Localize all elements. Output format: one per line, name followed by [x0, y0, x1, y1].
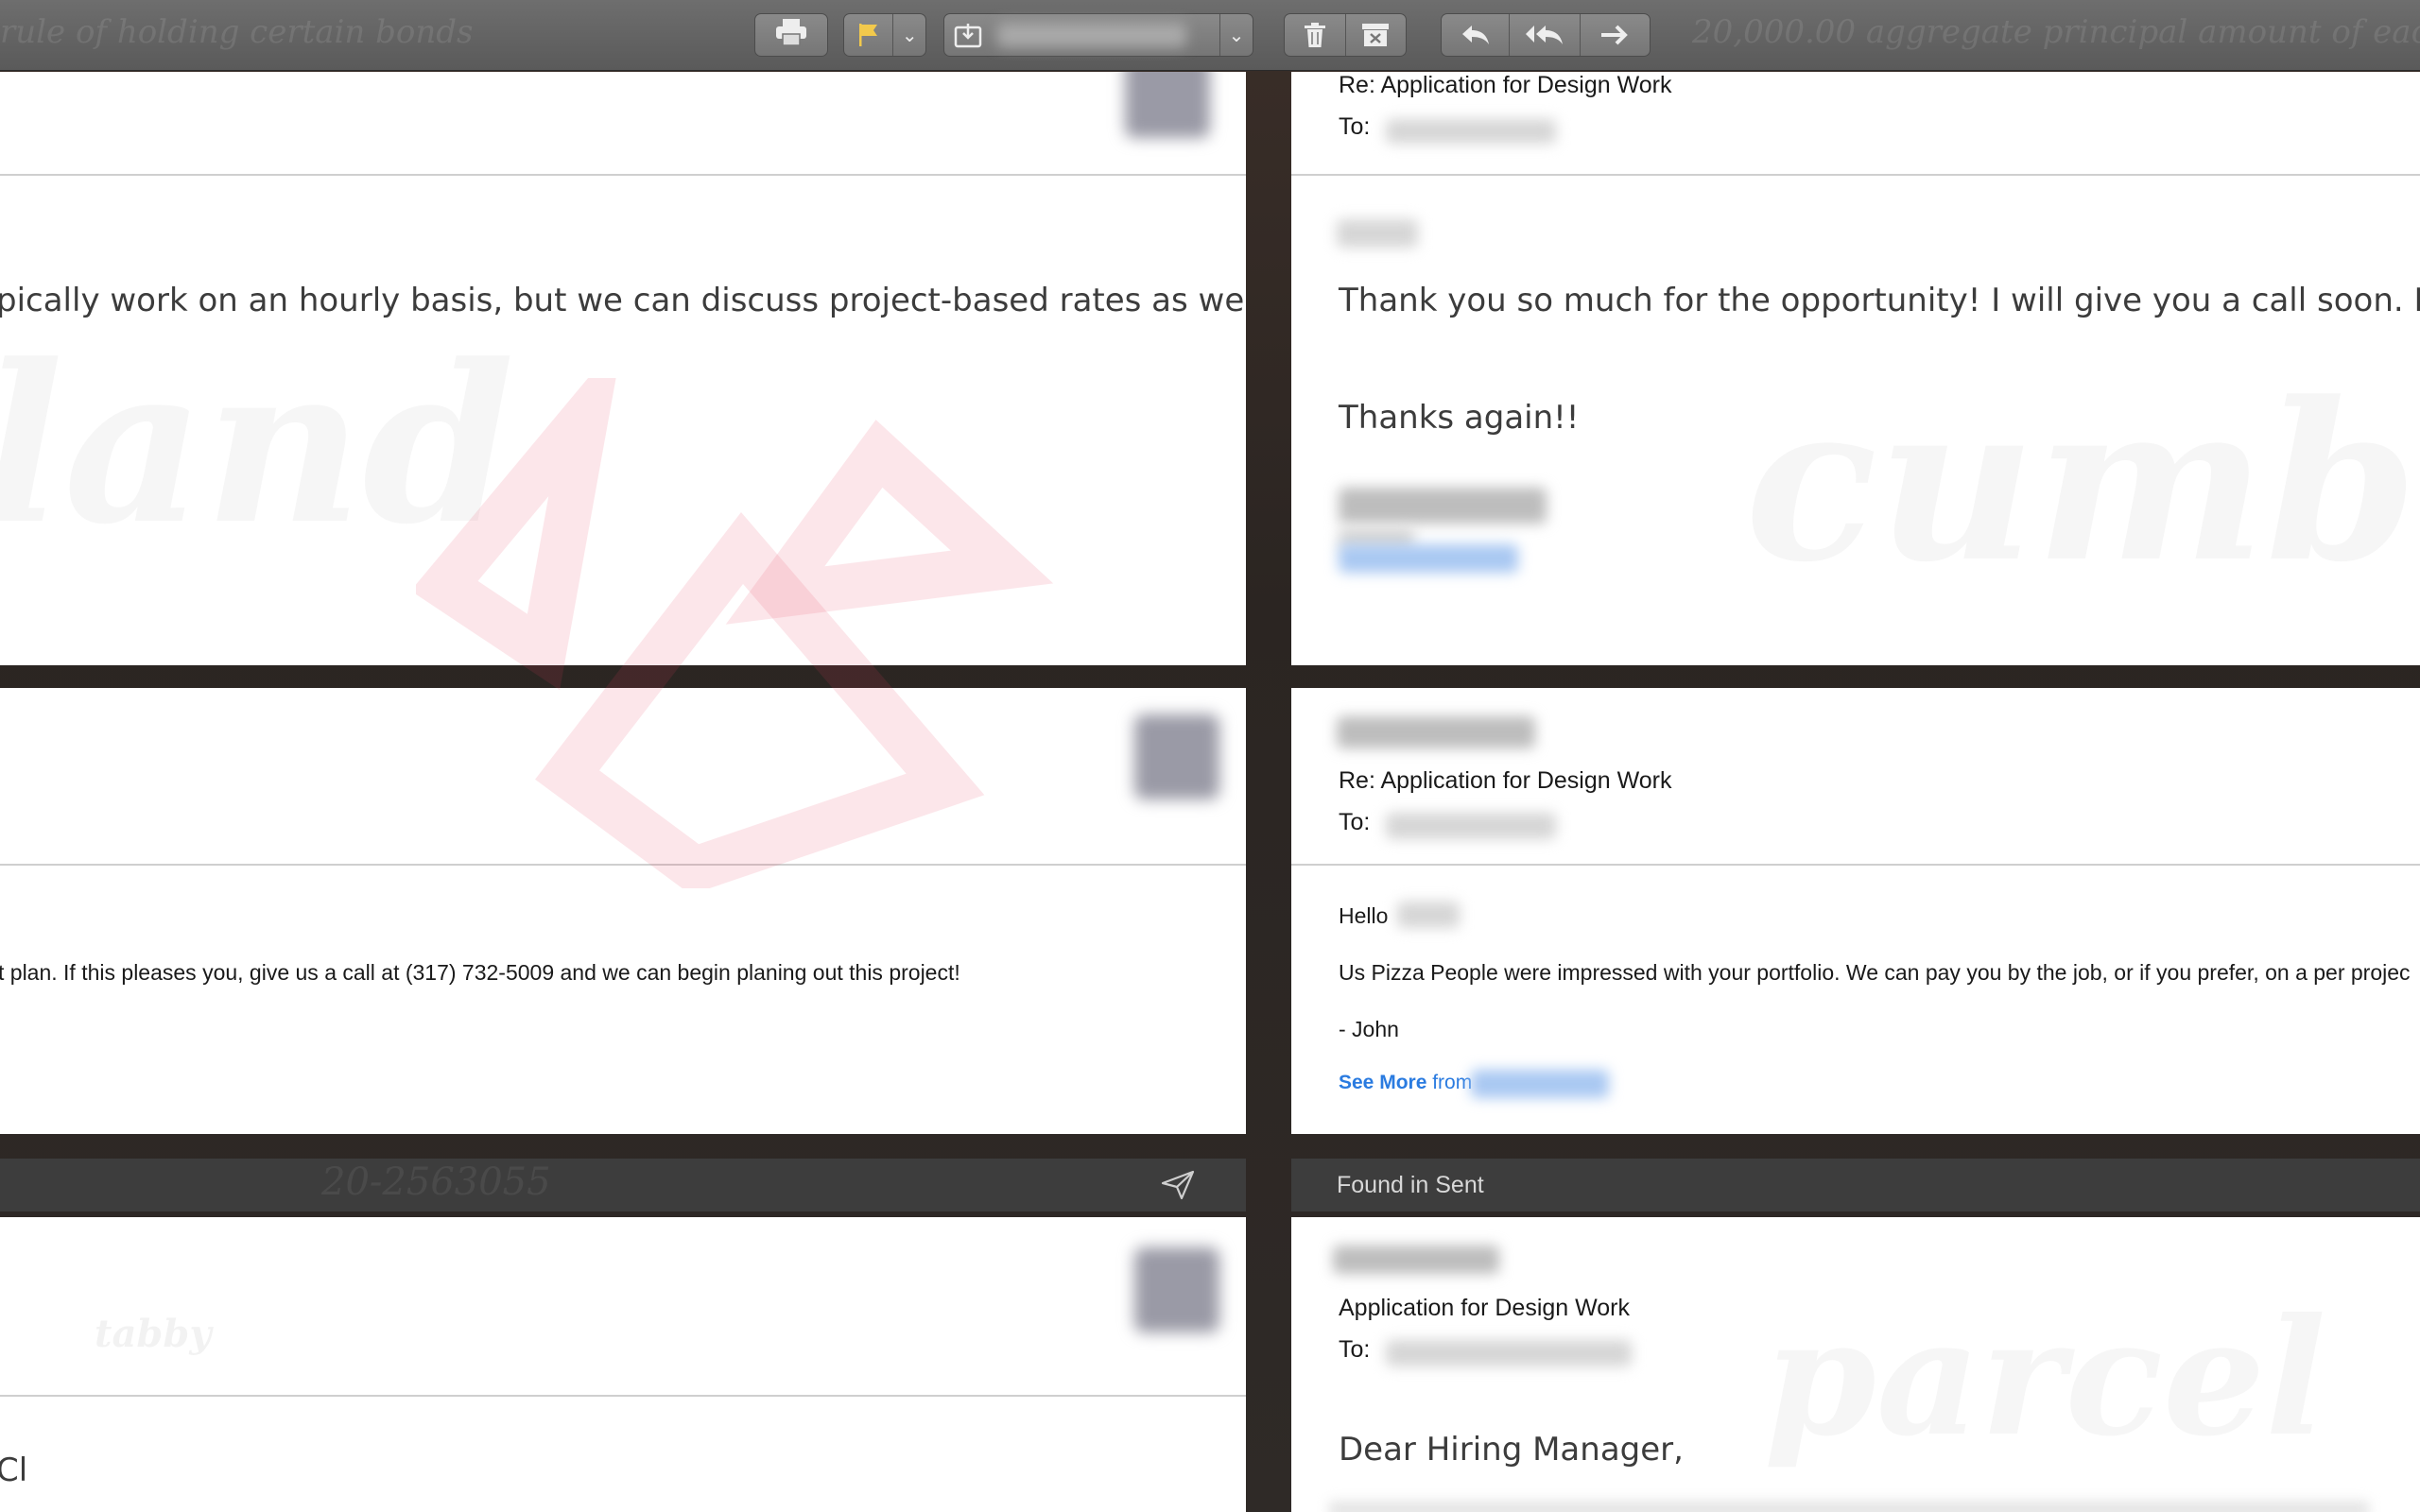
- sender-avatar: [1134, 714, 1219, 799]
- reply-group: [1441, 13, 1651, 57]
- message-body-cutoff: [1329, 1501, 2369, 1512]
- header-divider: [1291, 864, 2420, 866]
- chevron-down-icon[interactable]: ⌄: [893, 14, 925, 56]
- message-signature: - John: [1339, 1017, 1399, 1041]
- message-panel-right-middle[interactable]: Re: Application for Design Work To: Hell…: [1291, 688, 2420, 1134]
- recipient-redacted: [1386, 813, 1556, 839]
- flag-button[interactable]: ⌄: [843, 13, 926, 57]
- signature-link-redacted[interactable]: [1339, 544, 1518, 573]
- message-subject: Application for Design Work: [1339, 1295, 1631, 1321]
- trash-icon[interactable]: [1285, 14, 1345, 56]
- printer-icon: [775, 18, 807, 53]
- reply-icon[interactable]: [1442, 14, 1509, 56]
- message-greeting: Dear Hiring Manager,: [1339, 1431, 1684, 1469]
- chevron-down-icon[interactable]: ⌄: [1220, 14, 1253, 56]
- header-divider: [0, 1395, 1246, 1397]
- print-button[interactable]: [754, 13, 828, 57]
- archive-icon[interactable]: [1346, 14, 1407, 56]
- delete-archive-group: [1284, 13, 1407, 57]
- see-more-label[interactable]: See More: [1339, 1072, 1426, 1093]
- watermark-parcel: parcel: [1764, 1283, 2326, 1472]
- greeting-name-redacted: [1397, 902, 1460, 928]
- message-body-text: pically work on an hourly basis, but we …: [0, 282, 1246, 319]
- background-ghost-text-left: rule of holding certain bonds: [0, 13, 474, 51]
- greeting-name-redacted: [1337, 219, 1418, 248]
- message-body-text: t plan. If this pleases you, give us a c…: [0, 960, 960, 985]
- message-subject: Re: Application for Design Work: [1339, 72, 1672, 98]
- message-panel-left-bottom[interactable]: tabby Cl: [0, 1217, 1246, 1512]
- see-more-link[interactable]: See More from: [1339, 1072, 1472, 1094]
- watermark-phone: 20-2563055: [321, 1160, 551, 1204]
- sender-name-redacted: [1337, 716, 1535, 748]
- mail-toolbar: rule of holding certain bonds 20,000.00 …: [0, 0, 2420, 71]
- header-divider: [0, 864, 1246, 866]
- watermark-small: tabby: [95, 1312, 212, 1356]
- flag-icon: [844, 14, 892, 56]
- message-panel-right-top[interactable]: Re: Application for Design Work To: Than…: [1291, 72, 2420, 665]
- header-divider: [1291, 174, 2420, 176]
- greeting-hello: Hello: [1339, 903, 1389, 928]
- message-body-text: Cl: [0, 1452, 28, 1489]
- message-body-line-1: Thank you so much for the opportunity! I…: [1339, 282, 2420, 319]
- message-body-text: Us Pizza People were impressed with your…: [1339, 960, 2411, 985]
- recipient-redacted: [1386, 1340, 1632, 1366]
- header-divider: [0, 174, 1246, 176]
- found-in-sent-label: Found in Sent: [1337, 1171, 1484, 1198]
- message-body-line-2: Thanks again!!: [1339, 399, 1580, 437]
- thread-section-bar-left: 20-2563055: [0, 1159, 1246, 1211]
- send-icon[interactable]: [1161, 1170, 1195, 1207]
- watermark-cumberland: land: [0, 318, 514, 573]
- watermark-cumberland: cumberla: [1745, 355, 2420, 610]
- to-label: To:: [1339, 809, 1371, 835]
- background-ghost-text-right: 20,000.00 aggregate principal amount of …: [1692, 13, 2420, 51]
- message-panel-left-top[interactable]: pically work on an hourly basis, but we …: [0, 72, 1246, 665]
- reply-all-icon[interactable]: [1510, 14, 1579, 56]
- message-subject: Re: Application for Design Work: [1339, 767, 1672, 794]
- sender-avatar: [1125, 72, 1210, 138]
- found-in-sent-bar: Found in Sent: [1291, 1159, 2420, 1211]
- sender-link-redacted[interactable]: [1471, 1070, 1609, 1098]
- message-panel-right-bottom[interactable]: Application for Design Work To: Dear Hir…: [1291, 1217, 2420, 1512]
- see-more-from-label: from: [1432, 1072, 1473, 1093]
- mailbox-name-redacted: [997, 23, 1186, 47]
- move-to-mailbox-button[interactable]: ⌄: [943, 13, 1253, 57]
- to-label: To:: [1339, 113, 1371, 140]
- sender-name-redacted: [1333, 1246, 1499, 1274]
- message-panel-left-middle[interactable]: t plan. If this pleases you, give us a c…: [0, 688, 1246, 1134]
- to-label: To:: [1339, 1336, 1371, 1363]
- forward-icon[interactable]: [1581, 14, 1650, 56]
- move-to-icon: [944, 14, 992, 56]
- signature-name-redacted: [1339, 488, 1547, 524]
- recipient-redacted: [1386, 119, 1556, 144]
- sender-avatar: [1134, 1247, 1219, 1332]
